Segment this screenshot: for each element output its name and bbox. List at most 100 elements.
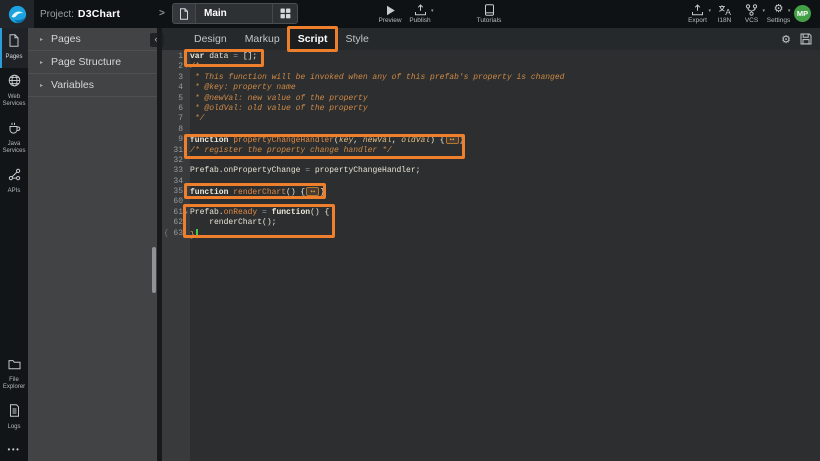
code-line[interactable]: 4 * @key: property name xyxy=(162,83,820,93)
code-line[interactable]: {63} xyxy=(162,229,820,239)
pages-sidebar-panel: ▸Pages▸Page Structure▸Variables « xyxy=(28,28,157,461)
code-line[interactable]: 61▾Prefab.onReady = function() { xyxy=(162,208,820,218)
fold-caret-icon[interactable]: ▸ xyxy=(183,187,190,197)
code-text xyxy=(190,197,820,207)
translate-icon: A xyxy=(718,2,732,16)
rail-item-apis[interactable]: APIs xyxy=(0,162,28,202)
code-text xyxy=(190,177,820,187)
app-logo[interactable] xyxy=(0,0,34,28)
line-number: 9 xyxy=(162,135,183,145)
code-line[interactable]: 1var data = []; xyxy=(162,52,820,62)
rail-bottom-group: File Explorer Logs ••• xyxy=(0,351,28,458)
i18n-button[interactable]: AI18N xyxy=(711,2,738,24)
logfile-icon xyxy=(9,404,20,422)
branch-icon: ▾ xyxy=(745,2,758,16)
code-line[interactable]: 34 xyxy=(162,177,820,187)
fold-caret-icon[interactable]: ▸ xyxy=(183,135,190,145)
globe-icon xyxy=(8,74,21,92)
top-toolbar: Project: D3Chart > Main Preview▾PublishT… xyxy=(0,0,820,28)
rail-item-java-services[interactable]: Java Services xyxy=(0,115,28,162)
svg-text:A: A xyxy=(725,7,731,16)
save-button[interactable] xyxy=(800,33,812,45)
vcs-button[interactable]: ▾VCS xyxy=(738,2,765,24)
preview-button[interactable]: Preview xyxy=(375,2,405,24)
tutorials-button[interactable]: Tutorials xyxy=(474,2,504,24)
user-avatar[interactable]: MP xyxy=(794,5,811,22)
rail-item-web-services[interactable]: Web Services xyxy=(0,68,28,115)
sidebar-item-variables[interactable]: ▸Variables xyxy=(28,74,157,97)
fold-caret-icon[interactable]: ▾ xyxy=(183,62,190,72)
line-number: 5 xyxy=(162,94,183,104)
code-line[interactable]: 2▾/* xyxy=(162,62,820,72)
gutter-spacer xyxy=(183,104,190,114)
rail-item-label: Java Services xyxy=(1,141,28,155)
line-number: 4 xyxy=(162,83,183,93)
code-text: Prefab.onReady = function() { xyxy=(190,208,820,218)
rail-item-file-explorer[interactable]: File Explorer xyxy=(0,351,28,398)
page-tab-main[interactable]: Main xyxy=(172,3,298,24)
project-label: Project: xyxy=(40,9,74,20)
caret-right-icon: ▸ xyxy=(40,59,51,66)
chevron-down-icon: ▾ xyxy=(762,8,765,14)
editor-toolbar: ⚙ xyxy=(781,28,812,50)
sidebar-item-page-structure[interactable]: ▸Page Structure xyxy=(28,51,157,74)
action-label: I18N xyxy=(718,17,732,24)
floppy-icon xyxy=(800,33,812,45)
tab-script[interactable]: Script xyxy=(289,28,337,50)
chevron-down-icon: ▾ xyxy=(708,8,711,14)
gutter-spacer xyxy=(183,73,190,83)
sidebar-scrollbar-thumb[interactable] xyxy=(152,247,156,293)
api-icon xyxy=(8,168,21,186)
settings-button[interactable]: ⚙▾Settings xyxy=(765,2,792,24)
rail-item-pages[interactable]: Pages xyxy=(0,28,28,68)
code-fold-widget[interactable]: ↔ xyxy=(306,187,319,196)
rail-top-group: Pages Web Services Java Services APIs xyxy=(0,28,28,202)
code-line[interactable]: 8 xyxy=(162,125,820,135)
code-line[interactable]: 35▸function renderChart() {↔} xyxy=(162,187,820,197)
gutter-spacer xyxy=(183,52,190,62)
fold-caret-icon[interactable]: ▾ xyxy=(183,208,190,218)
code-line[interactable]: 5 * @newVal: new value of the property xyxy=(162,94,820,104)
code-fold-widget[interactable]: ↔ xyxy=(446,135,459,144)
code-line[interactable]: 9▸function propertyChangeHandler(key, ne… xyxy=(162,135,820,145)
code-line[interactable]: 31/* register the property change handle… xyxy=(162,146,820,156)
rail-item-logs[interactable]: Logs xyxy=(0,398,28,438)
line-number: 34 xyxy=(162,177,183,187)
publish-button[interactable]: ▾Publish xyxy=(405,2,435,24)
gear-icon: ⚙▾ xyxy=(774,2,784,16)
sidebar-item-pages[interactable]: ▸Pages xyxy=(28,28,157,51)
page-icon xyxy=(8,34,20,52)
tab-markup[interactable]: Markup xyxy=(236,28,289,50)
code-line[interactable]: 33Prefab.onPropertyChange = propertyChan… xyxy=(162,166,820,176)
chevron-down-icon: ▾ xyxy=(431,8,434,14)
chevron-down-icon: ▾ xyxy=(788,8,791,14)
project-breadcrumb: Project: D3Chart xyxy=(40,0,120,28)
left-rail: Pages Web Services Java Services APIs File … xyxy=(0,28,28,461)
code-line[interactable]: 3 * This function will be invoked when a… xyxy=(162,73,820,83)
tab-design[interactable]: Design xyxy=(185,28,236,50)
line-number: 6 xyxy=(162,104,183,114)
code-line[interactable]: 32 xyxy=(162,156,820,166)
code-line[interactable]: 60 xyxy=(162,197,820,207)
breadcrumb-chevron-icon: > xyxy=(159,8,165,19)
export-button[interactable]: ▾Export xyxy=(684,2,711,24)
action-label: Settings xyxy=(767,17,791,24)
action-label: Publish xyxy=(409,17,430,24)
editor-settings-button[interactable]: ⚙ xyxy=(781,30,791,48)
code-line[interactable]: 7 */ xyxy=(162,114,820,124)
action-label: Tutorials xyxy=(477,17,502,24)
gutter-spacer xyxy=(183,166,190,176)
code-line[interactable]: 6 * @oldVal: old value of the property xyxy=(162,104,820,114)
code-text: function propertyChangeHandler(key, newV… xyxy=(190,135,820,145)
page-switcher-button[interactable] xyxy=(272,4,297,23)
code-line[interactable]: 62 renderChart(); xyxy=(162,218,820,228)
sidebar-item-label: Page Structure xyxy=(51,56,121,68)
rail-item-label: Pages xyxy=(1,54,28,61)
rail-item-label: Logs xyxy=(1,424,28,431)
line-number: 2 xyxy=(162,62,183,72)
code-editor[interactable]: 1var data = [];2▾/*3 * This function wil… xyxy=(162,52,820,239)
code-text: * This function will be invoked when any… xyxy=(190,73,820,83)
code-text: */ xyxy=(190,114,820,124)
tab-style[interactable]: Style xyxy=(336,28,377,50)
more-options-button[interactable]: ••• xyxy=(0,438,28,458)
